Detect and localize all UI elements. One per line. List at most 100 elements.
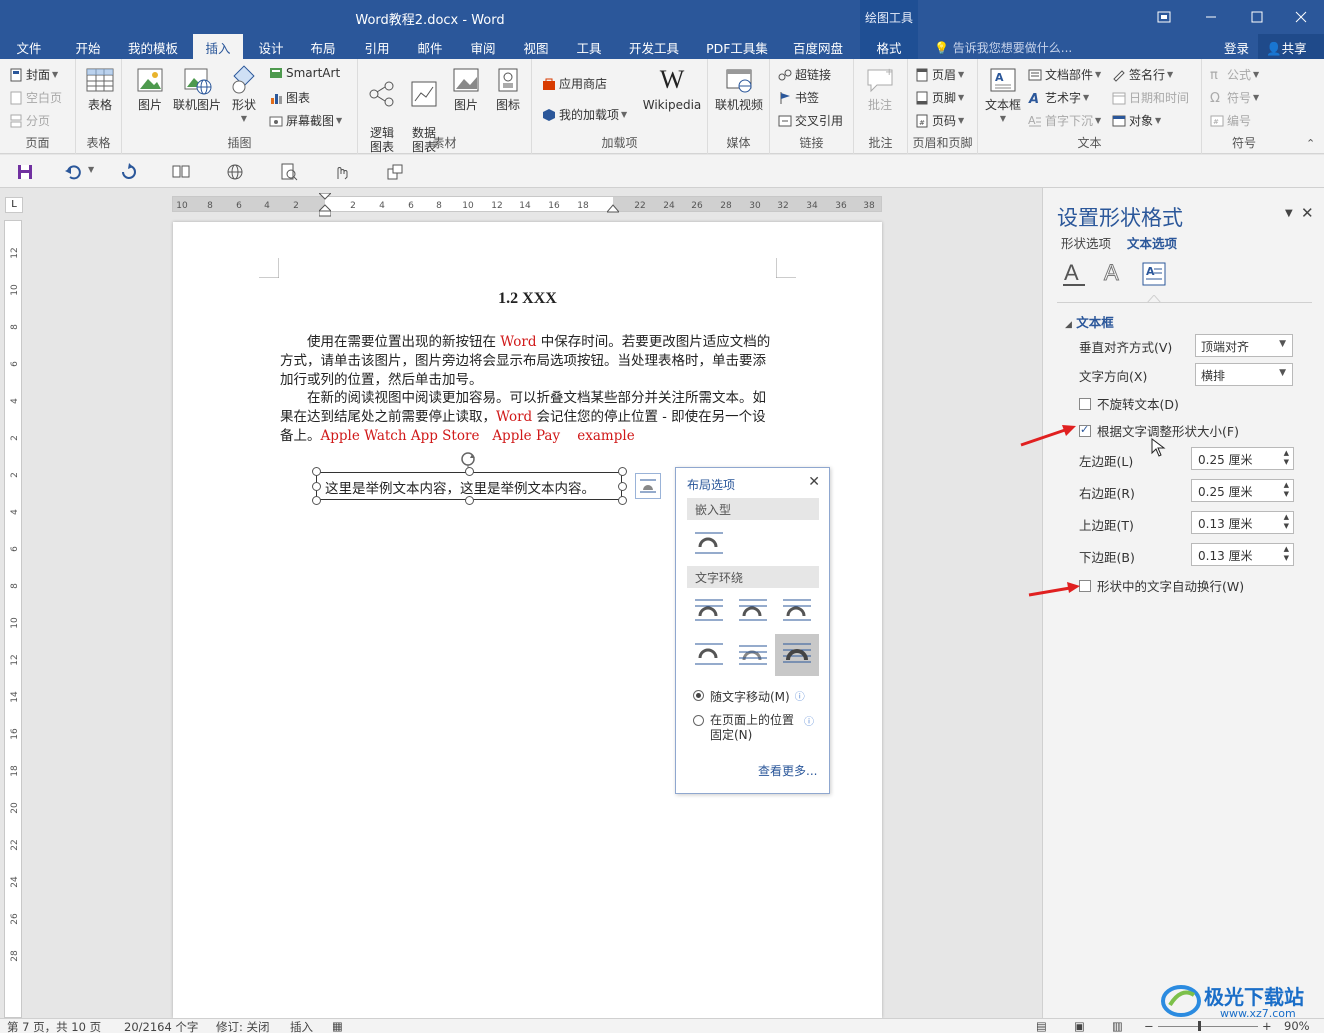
tab-tools[interactable]: 工具 — [567, 34, 611, 59]
pane-options-icon[interactable]: ▼ — [1285, 208, 1293, 219]
resize-handle-se[interactable] — [618, 496, 627, 505]
paragraph-1[interactable]: 使用在需要位置出现的新按钮在 Word 中保存时间。若要更改图片适应文档的方式，… — [280, 333, 775, 390]
blank-page-button[interactable]: 空白页 — [9, 89, 62, 106]
wrap-through-icon[interactable] — [779, 594, 815, 626]
tab-format[interactable]: 格式 — [860, 34, 918, 59]
page-number-button[interactable]: # 页码 ▼ — [915, 112, 964, 129]
cross-reference-button[interactable]: 交叉引用 — [778, 112, 843, 129]
pane-close-icon[interactable]: ✕ — [1301, 204, 1314, 222]
resize-handle-n[interactable] — [465, 467, 474, 476]
bottom-margin-input[interactable]: 0.13 厘米 ▲ ▼ — [1191, 543, 1294, 566]
text-effects-icon[interactable]: A — [1101, 260, 1127, 288]
customize-qat-icon[interactable] — [386, 163, 404, 181]
info-icon[interactable]: ⓘ — [795, 688, 805, 703]
redo-icon[interactable] — [120, 163, 138, 181]
tab-insert[interactable]: 插入 — [193, 34, 243, 59]
date-time-button[interactable]: 日期和时间 — [1112, 89, 1189, 106]
page-break-button[interactable]: 分页 — [9, 112, 50, 129]
text-fill-outline-icon[interactable]: A — [1061, 260, 1087, 288]
left-margin-input[interactable]: 0.25 厘米 ▲ ▼ — [1191, 447, 1294, 470]
text-box-button[interactable]: A 文本框 ▼ — [982, 65, 1024, 126]
tab-mailings[interactable]: 邮件 — [408, 34, 452, 59]
wrap-square-icon[interactable] — [691, 594, 727, 626]
web-layout-icon[interactable] — [226, 163, 244, 181]
zoom-slider[interactable] — [1158, 1026, 1258, 1027]
online-video-button[interactable]: 联机视频 — [712, 65, 766, 112]
read-mode-icon[interactable]: ▤ — [1036, 1019, 1047, 1033]
resize-handle-nw[interactable] — [312, 467, 321, 476]
no-rotate-checkbox[interactable]: 不旋转文本(D) — [1079, 394, 1179, 413]
resize-handle-s[interactable] — [465, 496, 474, 505]
signature-line-button[interactable]: 签名行 ▼ — [1112, 66, 1173, 83]
undo-dropdown-icon[interactable]: ▼ — [88, 165, 94, 174]
close-button[interactable] — [1278, 0, 1324, 34]
tab-pdf-tools[interactable]: PDF工具集 — [699, 34, 775, 59]
right-indent-marker-icon[interactable] — [607, 203, 619, 213]
maximize-button[interactable] — [1234, 0, 1280, 34]
word-count[interactable]: 20/2164 个字 — [124, 1019, 198, 1033]
login-link[interactable]: 登录 — [1224, 38, 1249, 57]
vertical-alignment-select[interactable]: 顶端对齐 ▼ — [1195, 334, 1293, 357]
radio-fix-position[interactable]: 在页面上的位置 固定(N) ⓘ — [693, 713, 814, 743]
info-icon[interactable]: ⓘ — [804, 713, 814, 728]
quick-parts-button[interactable]: 文档部件 ▼ — [1028, 66, 1101, 83]
top-margin-input[interactable]: 0.13 厘米 ▲ ▼ — [1191, 511, 1294, 534]
footer-button[interactable]: 页脚 ▼ — [915, 89, 964, 106]
wrap-top-bottom-icon[interactable] — [691, 638, 727, 670]
tab-layout[interactable]: 布局 — [302, 34, 344, 59]
textbox-section-header[interactable]: ◢ 文本框 — [1065, 312, 1114, 331]
wikipedia-button[interactable]: W Wikipedia — [640, 65, 704, 112]
vertical-ruler[interactable]: 12 10 8 6 4 2 2 4 6 8 10 12 14 16 18 20 22 24 26 28 — [4, 220, 22, 1018]
tab-developer[interactable]: 开发工具 — [622, 34, 686, 59]
screenshot-button[interactable]: 屏幕截图 ▼ — [269, 112, 342, 129]
spinner-arrows-icon[interactable]: ▲ ▼ — [1284, 545, 1289, 563]
online-picture-button[interactable]: 联机图片 — [170, 65, 224, 112]
tab-design[interactable]: 设计 — [250, 34, 292, 59]
smartart-button[interactable]: SmartArt — [269, 66, 340, 80]
web-layout-view-icon[interactable]: ▥ — [1112, 1019, 1123, 1033]
drop-cap-button[interactable]: A 首字下沉 ▼ — [1028, 112, 1101, 129]
resize-handle-w[interactable] — [312, 482, 321, 491]
zoom-out-icon[interactable]: − — [1144, 1019, 1154, 1033]
table-button[interactable]: 表格 — [84, 65, 116, 112]
paragraph-2[interactable]: 在新的阅读视图中阅读更加容易。可以折叠文档某些部分并关注所需文本。如果在达到结尾… — [280, 389, 775, 446]
print-preview-icon[interactable] — [280, 163, 298, 181]
spinner-arrows-icon[interactable]: ▲ ▼ — [1284, 449, 1289, 467]
layout-properties-icon[interactable]: A — [1141, 260, 1167, 288]
icon-button[interactable]: 图标 — [490, 65, 526, 112]
right-margin-input[interactable]: 0.25 厘米 ▲ ▼ — [1191, 479, 1294, 502]
symbol-button[interactable]: Ω 符号 ▼ — [1210, 89, 1259, 106]
tab-view[interactable]: 视图 — [514, 34, 558, 59]
insert-mode[interactable]: 插入 — [290, 1019, 313, 1033]
wrap-in-front-selected[interactable] — [775, 634, 819, 676]
hyperlink-button[interactable]: 超链接 — [778, 66, 831, 83]
touch-mode-icon[interactable] — [332, 163, 350, 181]
indent-marker-icon[interactable] — [319, 193, 331, 217]
two-pages-icon[interactable] — [172, 163, 190, 181]
resize-handle-e[interactable] — [618, 482, 627, 491]
wrap-behind-text-icon[interactable] — [735, 638, 771, 670]
picture-button[interactable]: 图片 — [132, 65, 168, 112]
track-changes-status[interactable]: 修订: 关闭 — [216, 1019, 270, 1033]
layout-options-button[interactable] — [635, 473, 661, 499]
wordart-button[interactable]: A 艺术字 ▼ — [1028, 89, 1089, 106]
minimize-button[interactable] — [1188, 0, 1234, 34]
tab-baidu-netdisk[interactable]: 百度网盘 — [786, 34, 850, 59]
bookmark-button[interactable]: 书签 — [778, 89, 819, 106]
see-more-link[interactable]: 查看更多... — [758, 762, 817, 779]
wrap-inline-icon[interactable] — [691, 527, 727, 559]
tab-selector[interactable]: L — [5, 197, 23, 213]
numbering-button[interactable]: # 编号 — [1210, 112, 1251, 129]
radio-move-with-text[interactable]: 随文字移动(M) ⓘ — [693, 688, 805, 705]
cover-page-button[interactable]: 封面 ▼ — [9, 66, 58, 83]
resize-handle-sw[interactable] — [312, 496, 321, 505]
document-heading[interactable]: 1.2 XXX — [173, 290, 882, 308]
undo-icon[interactable] — [64, 163, 82, 181]
wrap-text-checkbox[interactable]: 形状中的文字自动换行(W) — [1079, 576, 1244, 595]
material-picture-button[interactable]: 图片 — [448, 65, 484, 112]
tab-text-options[interactable]: 文本选项 — [1127, 233, 1177, 252]
header-button[interactable]: 页眉 ▼ — [915, 66, 964, 83]
save-icon[interactable] — [16, 163, 34, 181]
tell-me-box[interactable]: 💡 告诉我您想要做什么... — [934, 39, 1072, 56]
tab-review[interactable]: 审阅 — [461, 34, 505, 59]
